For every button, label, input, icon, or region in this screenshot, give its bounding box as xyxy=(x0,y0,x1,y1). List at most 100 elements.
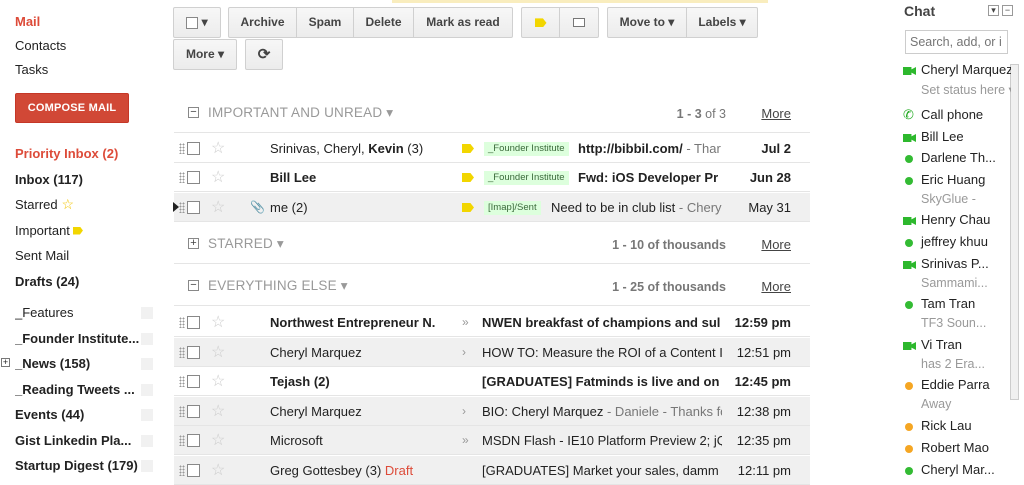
chat-contact[interactable]: Robert Mao xyxy=(903,440,1011,462)
email-row[interactable]: ☆ Cheryl Marquez › BIO: Cheryl Marquez - Da… xyxy=(174,396,810,426)
collapse-icon[interactable]: − xyxy=(188,280,199,291)
label-color-swatch[interactable] xyxy=(141,307,153,319)
star-icon[interactable]: ☆ xyxy=(211,397,225,425)
sidebar-label[interactable]: Sent Mail xyxy=(15,243,155,269)
label-color-swatch[interactable] xyxy=(141,460,153,472)
collapse-icon[interactable]: − xyxy=(188,107,199,118)
chat-contact[interactable]: Darlene Th... xyxy=(903,150,1011,172)
row-checkbox[interactable] xyxy=(187,345,200,359)
sidebar-label[interactable]: Drafts (24) xyxy=(15,269,155,295)
important-marker-icon[interactable] xyxy=(462,173,474,182)
drag-handle-icon[interactable] xyxy=(179,202,185,213)
section-more-link[interactable]: More xyxy=(761,237,791,252)
drag-handle-icon[interactable] xyxy=(179,376,185,387)
section-title[interactable]: IMPORTANT AND UNREAD ▾ xyxy=(208,105,393,121)
section-title[interactable]: EVERYTHING ELSE ▾ xyxy=(208,278,348,294)
labels-button[interactable]: Labels ▾ xyxy=(686,7,758,38)
tasks-link[interactable]: Tasks xyxy=(15,58,66,82)
important-marker-icon[interactable] xyxy=(462,144,474,153)
sidebar-label[interactable]: Important xyxy=(15,218,155,244)
drag-handle-icon[interactable] xyxy=(179,435,185,446)
row-checkbox[interactable] xyxy=(187,404,200,418)
email-row[interactable]: ☆ Srinivas, Cheryl, Kevin (3) _Founder Ins… xyxy=(174,134,810,163)
sidebar-label[interactable]: _Reading Tweets ... xyxy=(15,377,155,403)
chat-options-icon[interactable]: ▾ xyxy=(988,5,999,16)
drag-handle-icon[interactable] xyxy=(179,143,185,154)
label-color-swatch[interactable] xyxy=(141,358,153,370)
important-marker-icon[interactable]: » xyxy=(462,308,474,329)
row-checkbox[interactable] xyxy=(187,171,200,184)
sidebar-label[interactable]: Startup Digest (179) xyxy=(15,453,155,479)
mark-as-read-button[interactable]: Mark as read xyxy=(413,7,513,38)
chat-contact[interactable]: Cheryl Marquez Set status here ▾ xyxy=(903,62,1011,102)
chat-contact[interactable]: ✆ Call phone xyxy=(903,107,1011,129)
email-row[interactable]: ☆ Microsoft » MSDN Flash - IE10 Platform Pr… xyxy=(174,426,810,455)
chat-contact[interactable]: Tam Tran TF3 Soun... xyxy=(903,296,1011,336)
label-color-swatch[interactable] xyxy=(141,383,153,396)
mark-not-important-button[interactable] xyxy=(559,7,599,38)
more-button[interactable]: More ▾ xyxy=(173,39,237,70)
sidebar-label[interactable]: Events (44) xyxy=(15,402,155,428)
refresh-button[interactable]: ⟳ xyxy=(245,39,283,70)
chat-contact[interactable]: Vi Tran has 2 Era... xyxy=(903,337,1011,377)
chat-minimize-icon[interactable]: − xyxy=(1002,5,1013,16)
label-color-swatch[interactable] xyxy=(141,409,153,421)
chat-scrollbar[interactable] xyxy=(1010,64,1019,400)
star-icon[interactable]: ☆ xyxy=(211,134,225,162)
important-marker-icon[interactable]: › xyxy=(462,397,474,418)
compose-button[interactable]: COMPOSE MAIL xyxy=(15,93,129,123)
important-marker-icon[interactable] xyxy=(462,456,474,465)
row-checkbox[interactable] xyxy=(187,142,200,155)
star-icon[interactable]: ☆ xyxy=(211,426,225,454)
row-checkbox[interactable] xyxy=(187,434,200,447)
star-icon[interactable]: ☆ xyxy=(211,456,225,484)
important-marker-icon[interactable] xyxy=(462,367,474,376)
sidebar-label[interactable]: _News (158) xyxy=(15,351,155,377)
section-more-link[interactable]: More xyxy=(761,279,791,294)
section-more-link[interactable]: More xyxy=(761,106,791,121)
mail-link[interactable]: Mail xyxy=(15,10,66,34)
sidebar-label[interactable]: _Features xyxy=(15,300,155,326)
star-icon[interactable]: ☆ xyxy=(211,308,225,336)
mark-important-button[interactable] xyxy=(521,7,560,38)
star-icon[interactable]: ☆ xyxy=(211,163,225,191)
drag-handle-icon[interactable] xyxy=(179,172,185,183)
email-row[interactable]: ☆ Tejash (2) [GRADUATES] Fatminds is live … xyxy=(174,367,810,396)
drag-handle-icon[interactable] xyxy=(179,317,185,328)
star-icon[interactable]: ☆ xyxy=(211,367,225,395)
important-marker-icon[interactable]: » xyxy=(462,426,474,447)
email-row[interactable]: ☆ Bill Lee _Founder Institute Fwd: iOS Deve… xyxy=(174,163,810,192)
row-checkbox[interactable] xyxy=(187,316,200,329)
row-checkbox[interactable] xyxy=(187,463,200,477)
chat-contact[interactable]: Rick Lau xyxy=(903,418,1011,440)
contacts-link[interactable]: Contacts xyxy=(15,34,66,58)
archive-button[interactable]: Archive xyxy=(228,7,297,38)
email-row[interactable]: ☆ 📎 me (2) [Imap]/Sent Need to be in club li… xyxy=(174,193,810,222)
select-dropdown[interactable]: ▾ xyxy=(173,7,221,38)
email-row[interactable]: ☆ Greg Gottesbey (3) Draft [GRADUATES] Mar… xyxy=(174,455,810,485)
drag-handle-icon[interactable] xyxy=(179,405,185,417)
chat-contact[interactable]: Cheryl Mar... xyxy=(903,462,1011,484)
label-color-swatch[interactable] xyxy=(141,434,153,447)
important-marker-icon[interactable] xyxy=(462,203,474,212)
star-icon[interactable]: ☆ xyxy=(211,338,225,366)
label-tag[interactable]: [Imap]/Sent xyxy=(484,201,541,215)
expand-icon[interactable]: + xyxy=(1,358,10,367)
chat-search-input[interactable] xyxy=(905,30,1008,54)
delete-button[interactable]: Delete xyxy=(353,7,414,38)
sidebar-label[interactable]: Gist Linkedin Pla... xyxy=(15,428,155,454)
expand-section-icon[interactable]: + xyxy=(188,238,199,249)
important-marker-icon[interactable]: › xyxy=(462,338,474,359)
sidebar-label[interactable]: Starred ☆ xyxy=(15,192,155,218)
section-title[interactable]: STARRED ▾ xyxy=(208,236,284,252)
label-color-swatch[interactable] xyxy=(141,332,153,345)
email-row[interactable]: ☆ Northwest Entrepreneur N. » NWEN breakfas… xyxy=(174,308,810,337)
email-row[interactable]: ☆ Cheryl Marquez › HOW TO: Measure the ROI … xyxy=(174,337,810,367)
row-checkbox[interactable] xyxy=(187,201,200,214)
sidebar-label[interactable]: Priority Inbox (2) xyxy=(15,141,155,167)
star-icon[interactable]: ☆ xyxy=(211,193,225,221)
sidebar-label[interactable]: Inbox (117) xyxy=(15,167,155,193)
chat-contact[interactable]: Bill Lee xyxy=(903,129,1011,151)
row-checkbox[interactable] xyxy=(187,375,200,388)
label-tag[interactable]: _Founder Institute xyxy=(484,171,569,185)
